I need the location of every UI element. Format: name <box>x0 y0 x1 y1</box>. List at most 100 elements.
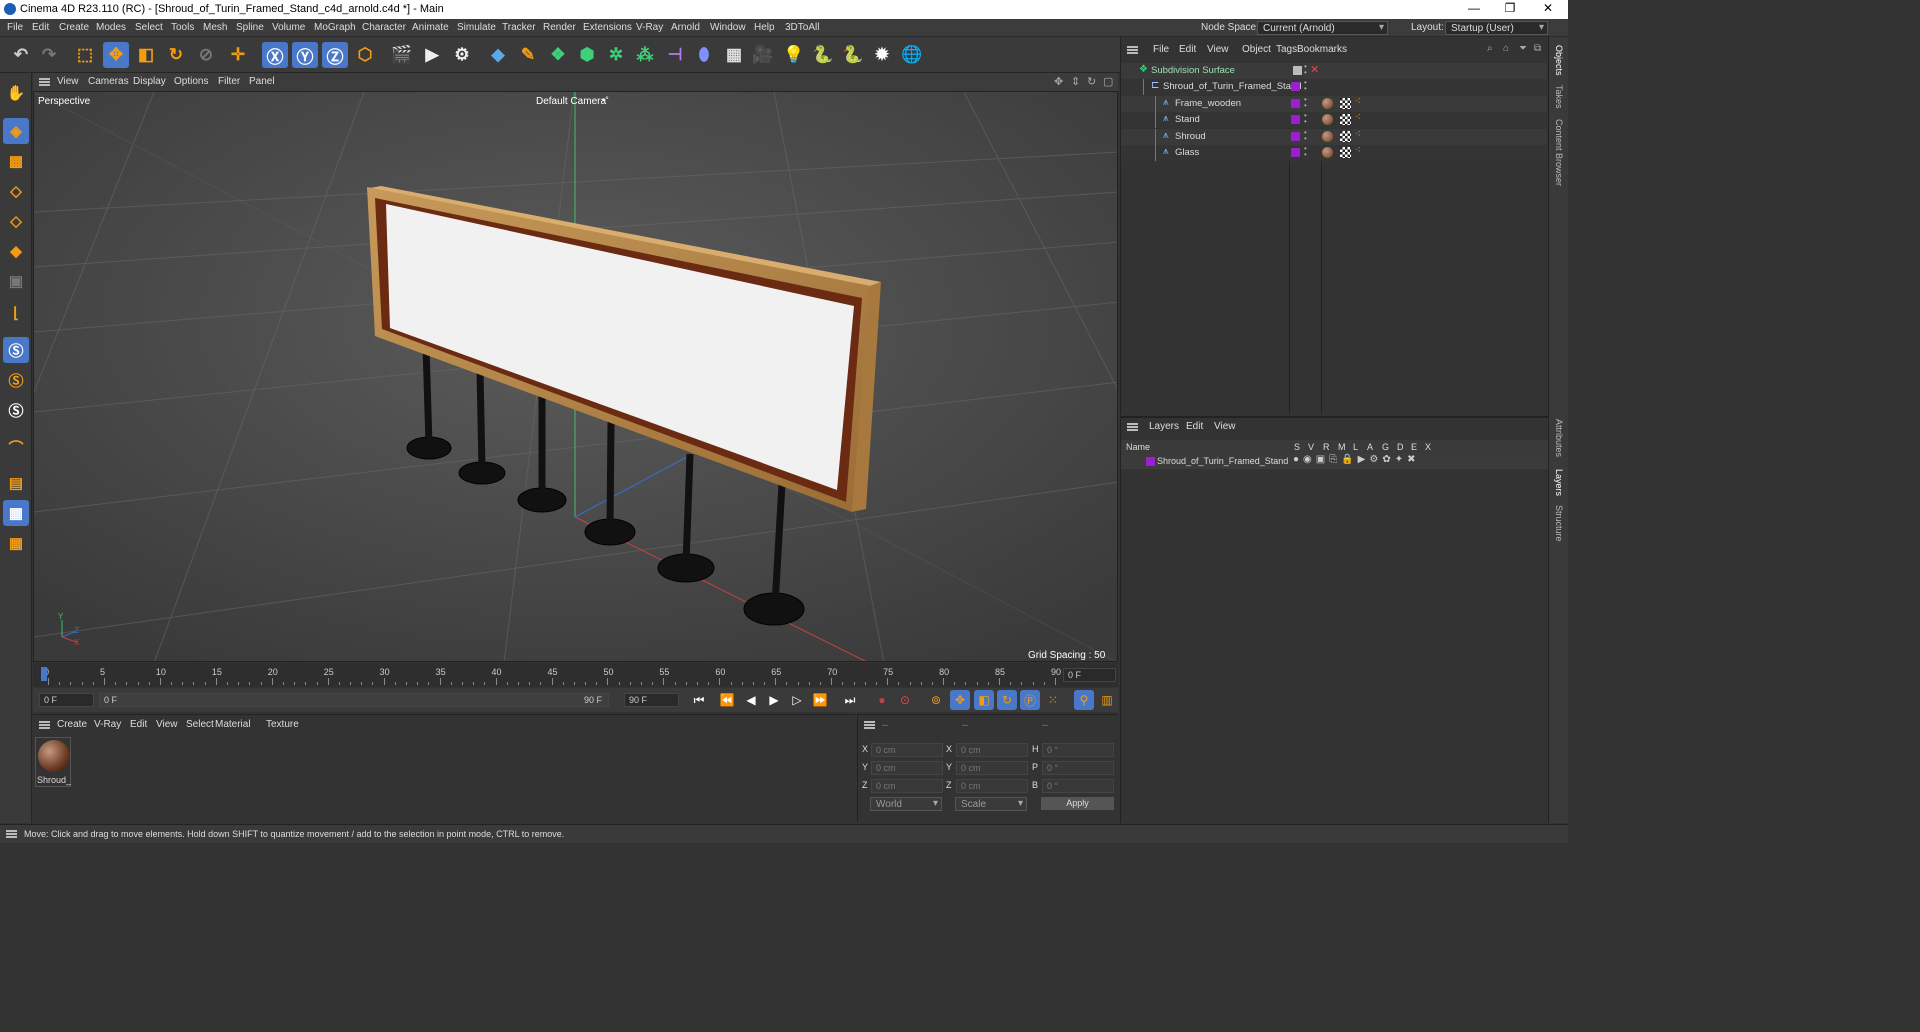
texture-mode-icon[interactable]: ▩ <box>3 148 29 174</box>
objects-search-icon[interactable]: ⌕ <box>1487 43 1493 54</box>
scale-tool-icon[interactable]: ◧ <box>133 42 159 68</box>
uvw-tag-icon[interactable] <box>1340 114 1351 126</box>
material-menu-v-ray[interactable]: V-Ray <box>94 719 121 730</box>
viewport-menu-view[interactable]: View <box>57 76 79 87</box>
viewport-hamburger-icon[interactable] <box>39 78 50 86</box>
extrude-icon[interactable]: ⬢ <box>574 42 600 68</box>
menu-file[interactable]: File <box>7 22 23 33</box>
object-row[interactable]: ⩚ Frame_wooden ⁖ • • <box>1121 95 1547 112</box>
menu-extensions[interactable]: Extensions <box>583 22 632 33</box>
object-row[interactable]: ⩚ Stand ⁖ • • <box>1121 112 1547 129</box>
objects-menu-bookmarks[interactable]: Bookmarks <box>1297 44 1347 55</box>
menu-simulate[interactable]: Simulate <box>457 22 496 33</box>
uvw-tag-icon[interactable] <box>1340 97 1351 109</box>
pen-spline-icon[interactable]: ✎ <box>515 42 541 68</box>
layer-column-r[interactable]: R <box>1323 442 1330 452</box>
material-menu-select[interactable]: Select <box>186 719 214 730</box>
viewport-menu-panel[interactable]: Panel <box>249 76 275 87</box>
material-menu-edit[interactable]: Edit <box>130 719 147 730</box>
layer-column-g[interactable]: G <box>1382 442 1389 452</box>
menu-window[interactable]: Window <box>710 22 746 33</box>
layer-column-l[interactable]: L <box>1353 442 1358 452</box>
layer-column-d[interactable]: D <box>1397 442 1404 452</box>
visibility-check-icon[interactable] <box>1293 66 1302 75</box>
side-tab-content-browser[interactable]: Content Browser <box>1554 119 1564 186</box>
x-axis-lock-icon[interactable]: Ⓧ <box>262 42 288 68</box>
start-frame-field[interactable]: 0 F <box>39 693 94 707</box>
maximize-icon[interactable]: ❐ <box>1495 1 1525 15</box>
objects-new-window-icon[interactable]: ⧉ <box>1534 43 1541 54</box>
objects-hamburger-icon[interactable] <box>1127 46 1138 54</box>
layers-hamburger-icon[interactable] <box>1127 423 1138 431</box>
menu-volume[interactable]: Volume <box>272 22 305 33</box>
position-field[interactable]: 0 cm <box>871 779 943 793</box>
goto-start-icon[interactable]: ⏮ <box>689 690 709 710</box>
objects-menu-tags[interactable]: Tags <box>1276 44 1297 55</box>
menu-v-ray[interactable]: V-Ray <box>636 22 663 33</box>
size-field[interactable]: 0 cm <box>956 743 1028 757</box>
deformer-icon[interactable]: ⊣ <box>662 42 688 68</box>
menu-tools[interactable]: Tools <box>171 22 194 33</box>
viewport-menu-options[interactable]: Options <box>174 76 208 87</box>
uvw-tag-icon[interactable] <box>1340 130 1351 142</box>
edge-mode-icon[interactable]: ◇ <box>3 208 29 234</box>
cloner-icon[interactable]: ✲ <box>603 42 629 68</box>
menu-character[interactable]: Character <box>362 22 406 33</box>
render-view-icon[interactable]: 🎬 <box>389 42 415 68</box>
recent-tool-icon[interactable]: ⊘ <box>193 42 219 68</box>
arnold-tag-icon[interactable]: ⁖ <box>1355 96 1361 107</box>
menu-3dtoall[interactable]: 3DToAll <box>785 22 819 33</box>
menu-mograph[interactable]: MoGraph <box>314 22 356 33</box>
objects-menu-file[interactable]: File <box>1153 44 1169 55</box>
current-frame-marker[interactable] <box>41 667 47 681</box>
layer-column-e[interactable]: E <box>1411 442 1417 452</box>
layer-tag-icon[interactable] <box>1291 148 1300 157</box>
material-menu-material[interactable]: Material <box>215 719 251 730</box>
viewport-3d[interactable]: Perspective Default Camera •° Grid Spaci… <box>33 91 1118 662</box>
viewport-rotate-icon[interactable]: ↻ <box>1087 75 1096 88</box>
side-tab-objects[interactable]: Objects <box>1554 45 1564 76</box>
layer-column-a[interactable]: A <box>1367 442 1373 452</box>
python-icon[interactable]: 🐍 <box>810 42 836 68</box>
rotation-field[interactable]: 0 ° <box>1042 761 1114 775</box>
axis-mode-icon[interactable]: ⌊ <box>3 300 29 326</box>
add-tool-icon[interactable]: ✛ <box>225 42 251 68</box>
point-mode-icon[interactable]: ◇ <box>3 178 29 204</box>
make-editable-icon[interactable]: ✋ <box>3 80 29 106</box>
objects-filter-icon[interactable]: ⏷ <box>1519 43 1527 54</box>
viewport-menu-filter[interactable]: Filter <box>218 76 240 87</box>
autokey-icon[interactable]: ⊙ <box>895 690 915 710</box>
objects-menu-object[interactable]: Object <box>1242 44 1271 55</box>
rotate-tool-icon[interactable]: ↻ <box>163 42 189 68</box>
object-row[interactable]: ⩚ Glass ⁖ • • <box>1121 145 1547 161</box>
coordinate-space-select[interactable]: World <box>870 797 942 811</box>
subdivision-icon[interactable]: ❖ <box>545 42 571 68</box>
render-dots-icon[interactable]: • • <box>1304 128 1307 142</box>
material-hamburger-icon[interactable] <box>39 721 50 729</box>
rotation-field[interactable]: 0 ° <box>1042 779 1114 793</box>
prev-frame-icon[interactable]: ◀ <box>741 690 761 710</box>
disabled-x-icon[interactable]: ✕ <box>1310 63 1319 76</box>
minimize-icon[interactable]: — <box>1459 1 1489 15</box>
polygon-mode-icon[interactable]: ◆ <box>3 238 29 264</box>
end-frame-field[interactable]: 90 F <box>624 693 679 707</box>
side-tab-layers[interactable]: Layers <box>1554 469 1564 496</box>
layer-column-v[interactable]: V <box>1308 442 1314 452</box>
play-icon[interactable]: ▶ <box>764 690 784 710</box>
render-dots-icon[interactable]: • • <box>1304 145 1307 159</box>
snap-settings-icon[interactable]: Ⓢ <box>3 367 29 393</box>
key-pla-icon[interactable]: ⁙ <box>1043 690 1063 710</box>
redo-icon[interactable]: ↷ <box>36 42 62 68</box>
magnet-icon[interactable]: ⌒ <box>3 434 29 460</box>
material-menu-texture[interactable]: Texture <box>266 719 299 730</box>
timeline-ruler[interactable]: 051015202530354045505560657075808590 0 F <box>33 663 1118 687</box>
viewport-menu-cameras[interactable]: Cameras <box>88 76 129 87</box>
key-rotation-icon[interactable]: ↻ <box>997 690 1017 710</box>
layer-switch-icons[interactable]: ●◉▣⎘🔒▶⚙✿✦✖ <box>1293 454 1419 465</box>
material-swatch[interactable]: Shroud_ <box>35 737 71 787</box>
model-mode-icon[interactable]: ◈ <box>3 118 29 144</box>
node-space-select[interactable]: Current (Arnold) <box>1257 21 1388 35</box>
arnold-tag-icon[interactable]: ⁖ <box>1355 145 1361 156</box>
viewport-move-icon[interactable]: ✥ <box>1054 75 1063 88</box>
menu-tracker[interactable]: Tracker <box>502 22 536 33</box>
